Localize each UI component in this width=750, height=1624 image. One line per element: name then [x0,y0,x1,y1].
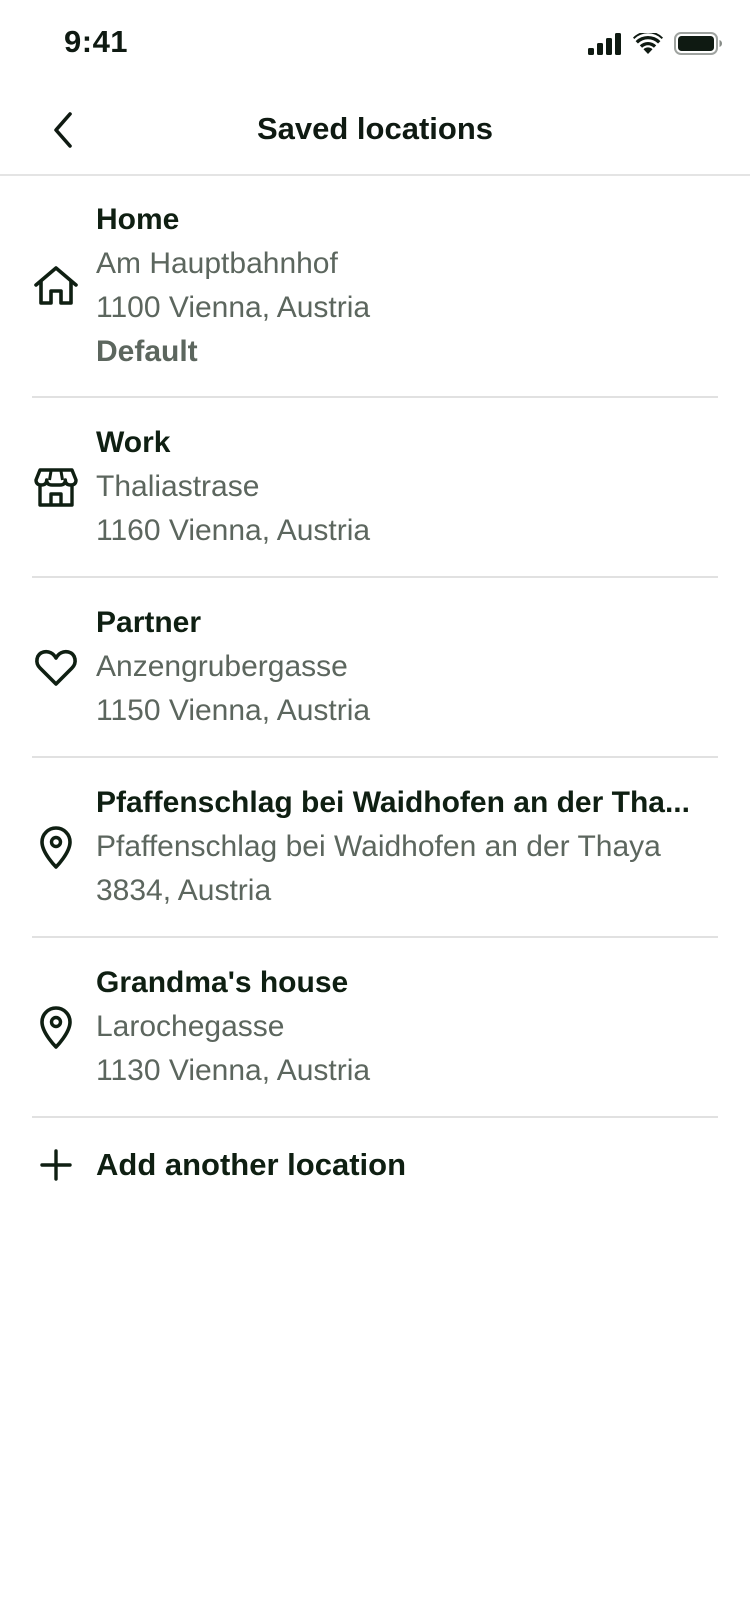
location-item-work[interactable]: Work Thaliastrase 1160 Vienna, Austria [32,398,718,578]
location-street: Pfaffenschlag bei Waidhofen an der Thaya [96,830,661,863]
location-item-grandmas-house[interactable]: Grandma's house Larochegasse 1130 Vienna… [32,938,718,1118]
location-name: Grandma's house [96,966,349,999]
default-badge: Default [96,335,198,368]
wifi-icon [633,32,663,54]
location-city: 1130 Vienna, Austria [96,1054,371,1087]
add-location-label: Add another location [96,1147,406,1182]
location-item-partner[interactable]: Partner Anzengrubergasse 1150 Vienna, Au… [32,578,718,758]
location-city: 3834, Austria [96,874,272,907]
location-item-pfaffenschlag[interactable]: Pfaffenschlag bei Waidhofen an der Tha..… [32,758,718,938]
status-icons [588,32,722,55]
status-time: 9:41 [64,24,129,59]
location-item-home[interactable]: Home Am Hauptbahnhof 1100 Vienna, Austri… [32,176,718,398]
status-bar: 9:41 [0,0,750,90]
map-pin-icon [32,823,80,871]
store-icon [32,463,80,511]
location-name: Partner [96,606,202,639]
navigation-bar: Saved locations [0,90,750,176]
location-street: Thaliastrase [96,470,260,503]
home-icon [32,262,80,310]
location-street: Larochegasse [96,1010,285,1043]
location-city: 1150 Vienna, Austria [96,694,371,727]
location-street: Am Hauptbahnhof [96,247,338,280]
location-name: Home [96,203,180,236]
map-pin-icon [32,1003,80,1051]
heart-icon [32,643,80,691]
location-city: 1160 Vienna, Austria [96,514,371,547]
page-title: Saved locations [256,111,494,146]
location-name: Pfaffenschlag bei Waidhofen an der Tha..… [96,786,690,819]
signal-icon [588,32,621,55]
location-city: 1100 Vienna, Austria [96,291,371,324]
add-location-button[interactable]: Add another location [32,1120,718,1210]
battery-icon [674,32,722,55]
saved-locations-list: Home Am Hauptbahnhof 1100 Vienna, Austri… [0,176,750,1118]
location-street: Anzengrubergasse [96,650,348,683]
location-name: Work [96,426,171,459]
plus-icon [32,1141,80,1189]
